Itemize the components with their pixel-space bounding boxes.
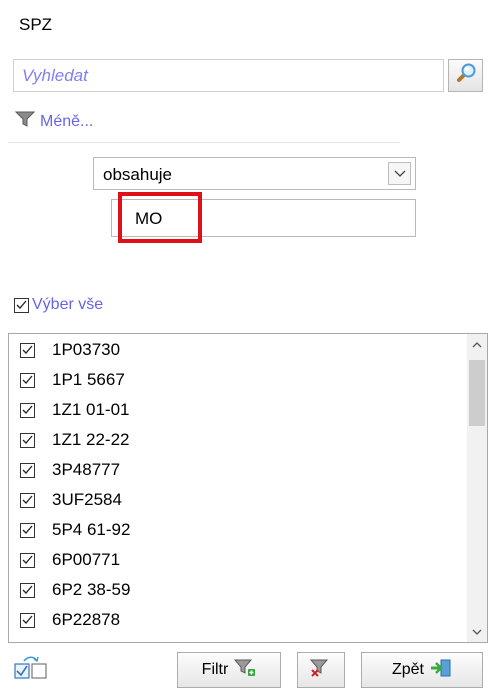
- list-item-label: 1P03730: [52, 340, 121, 359]
- list-item-label: 6P2 38-59: [52, 580, 131, 599]
- value-list[interactable]: 1P03730 1P1 5667 1Z1 01-01 1Z1 22-22 3P4…: [8, 333, 488, 643]
- vertical-scrollbar[interactable]: [467, 334, 487, 642]
- less-options-label: Méně...: [40, 112, 94, 130]
- scroll-up-button[interactable]: [467, 334, 487, 354]
- checkbox[interactable]: [20, 342, 35, 358]
- list-item[interactable]: 6P00771: [20, 545, 120, 575]
- checkbox[interactable]: [20, 582, 35, 598]
- condition-dropdown[interactable]: obsahuje: [93, 157, 416, 190]
- list-item[interactable]: 6P22878: [20, 605, 120, 635]
- exit-door-icon: [430, 658, 452, 683]
- list-item-label: 1P1 5667: [52, 370, 125, 389]
- list-item[interactable]: 3P48777: [20, 455, 120, 485]
- scroll-down-button[interactable]: [467, 622, 487, 642]
- checkbox-toggle-icon: [14, 656, 48, 690]
- checkbox[interactable]: [20, 612, 35, 628]
- checkbox[interactable]: [14, 297, 29, 313]
- list-item-label: 6P00771: [52, 550, 121, 569]
- condition-selected: obsahuje: [103, 165, 173, 184]
- list-item-label: 3P48777: [52, 460, 121, 479]
- checkbox[interactable]: [20, 552, 35, 568]
- search-button[interactable]: [448, 59, 483, 92]
- filter-button[interactable]: Filtr: [177, 652, 281, 688]
- separator: [8, 142, 400, 143]
- list-item[interactable]: 6P2 38-59: [20, 575, 130, 605]
- select-all-checkbox[interactable]: Výber vše: [14, 296, 103, 314]
- checkbox[interactable]: [20, 402, 35, 418]
- list-item-label: 1Z1 22-22: [52, 430, 130, 449]
- back-button[interactable]: Zpět: [361, 652, 483, 688]
- clear-filter-button[interactable]: [297, 652, 345, 688]
- magnifier-icon: [455, 62, 477, 89]
- funnel-remove-icon: [309, 658, 332, 683]
- list-item[interactable]: 1P03730: [20, 335, 120, 365]
- checkbox[interactable]: [20, 462, 35, 478]
- funnel-icon: [14, 110, 36, 133]
- highlight-frame: [118, 192, 202, 243]
- search-input[interactable]: [14, 60, 443, 91]
- list-item[interactable]: 1Z1 22-22: [20, 425, 130, 455]
- list-item[interactable]: 3UF2584: [20, 485, 122, 515]
- less-options-link[interactable]: Méně...: [14, 110, 94, 133]
- list-item[interactable]: 5P4 61-92: [20, 515, 130, 545]
- checkbox[interactable]: [20, 522, 35, 538]
- scroll-thumb[interactable]: [469, 360, 485, 426]
- checkbox[interactable]: [20, 372, 35, 388]
- list-item-label: 5P4 61-92: [52, 520, 131, 539]
- list-item-label: 3UF2584: [52, 490, 122, 509]
- list-item[interactable]: 1P1 5667: [20, 365, 125, 395]
- chevron-down-icon: [394, 165, 406, 183]
- chevron-down-icon: [472, 623, 482, 641]
- chevron-up-icon: [472, 335, 482, 353]
- dropdown-toggle[interactable]: [388, 162, 411, 185]
- select-all-label: Výber vše: [32, 296, 104, 313]
- checkbox[interactable]: [20, 432, 35, 448]
- list-item-label: 6P22878: [52, 610, 121, 629]
- filter-button-label: Filtr: [201, 661, 229, 678]
- back-button-label: Zpět: [391, 661, 424, 678]
- toggle-selection-button[interactable]: [14, 654, 48, 686]
- list-item-label: 1Z1 01-01: [52, 400, 130, 419]
- search-field[interactable]: [13, 59, 444, 92]
- window-title: SPZ: [19, 15, 53, 34]
- list-item[interactable]: 1Z1 01-01: [20, 395, 130, 425]
- funnel-add-icon: [234, 658, 256, 683]
- checkbox[interactable]: [20, 492, 35, 508]
